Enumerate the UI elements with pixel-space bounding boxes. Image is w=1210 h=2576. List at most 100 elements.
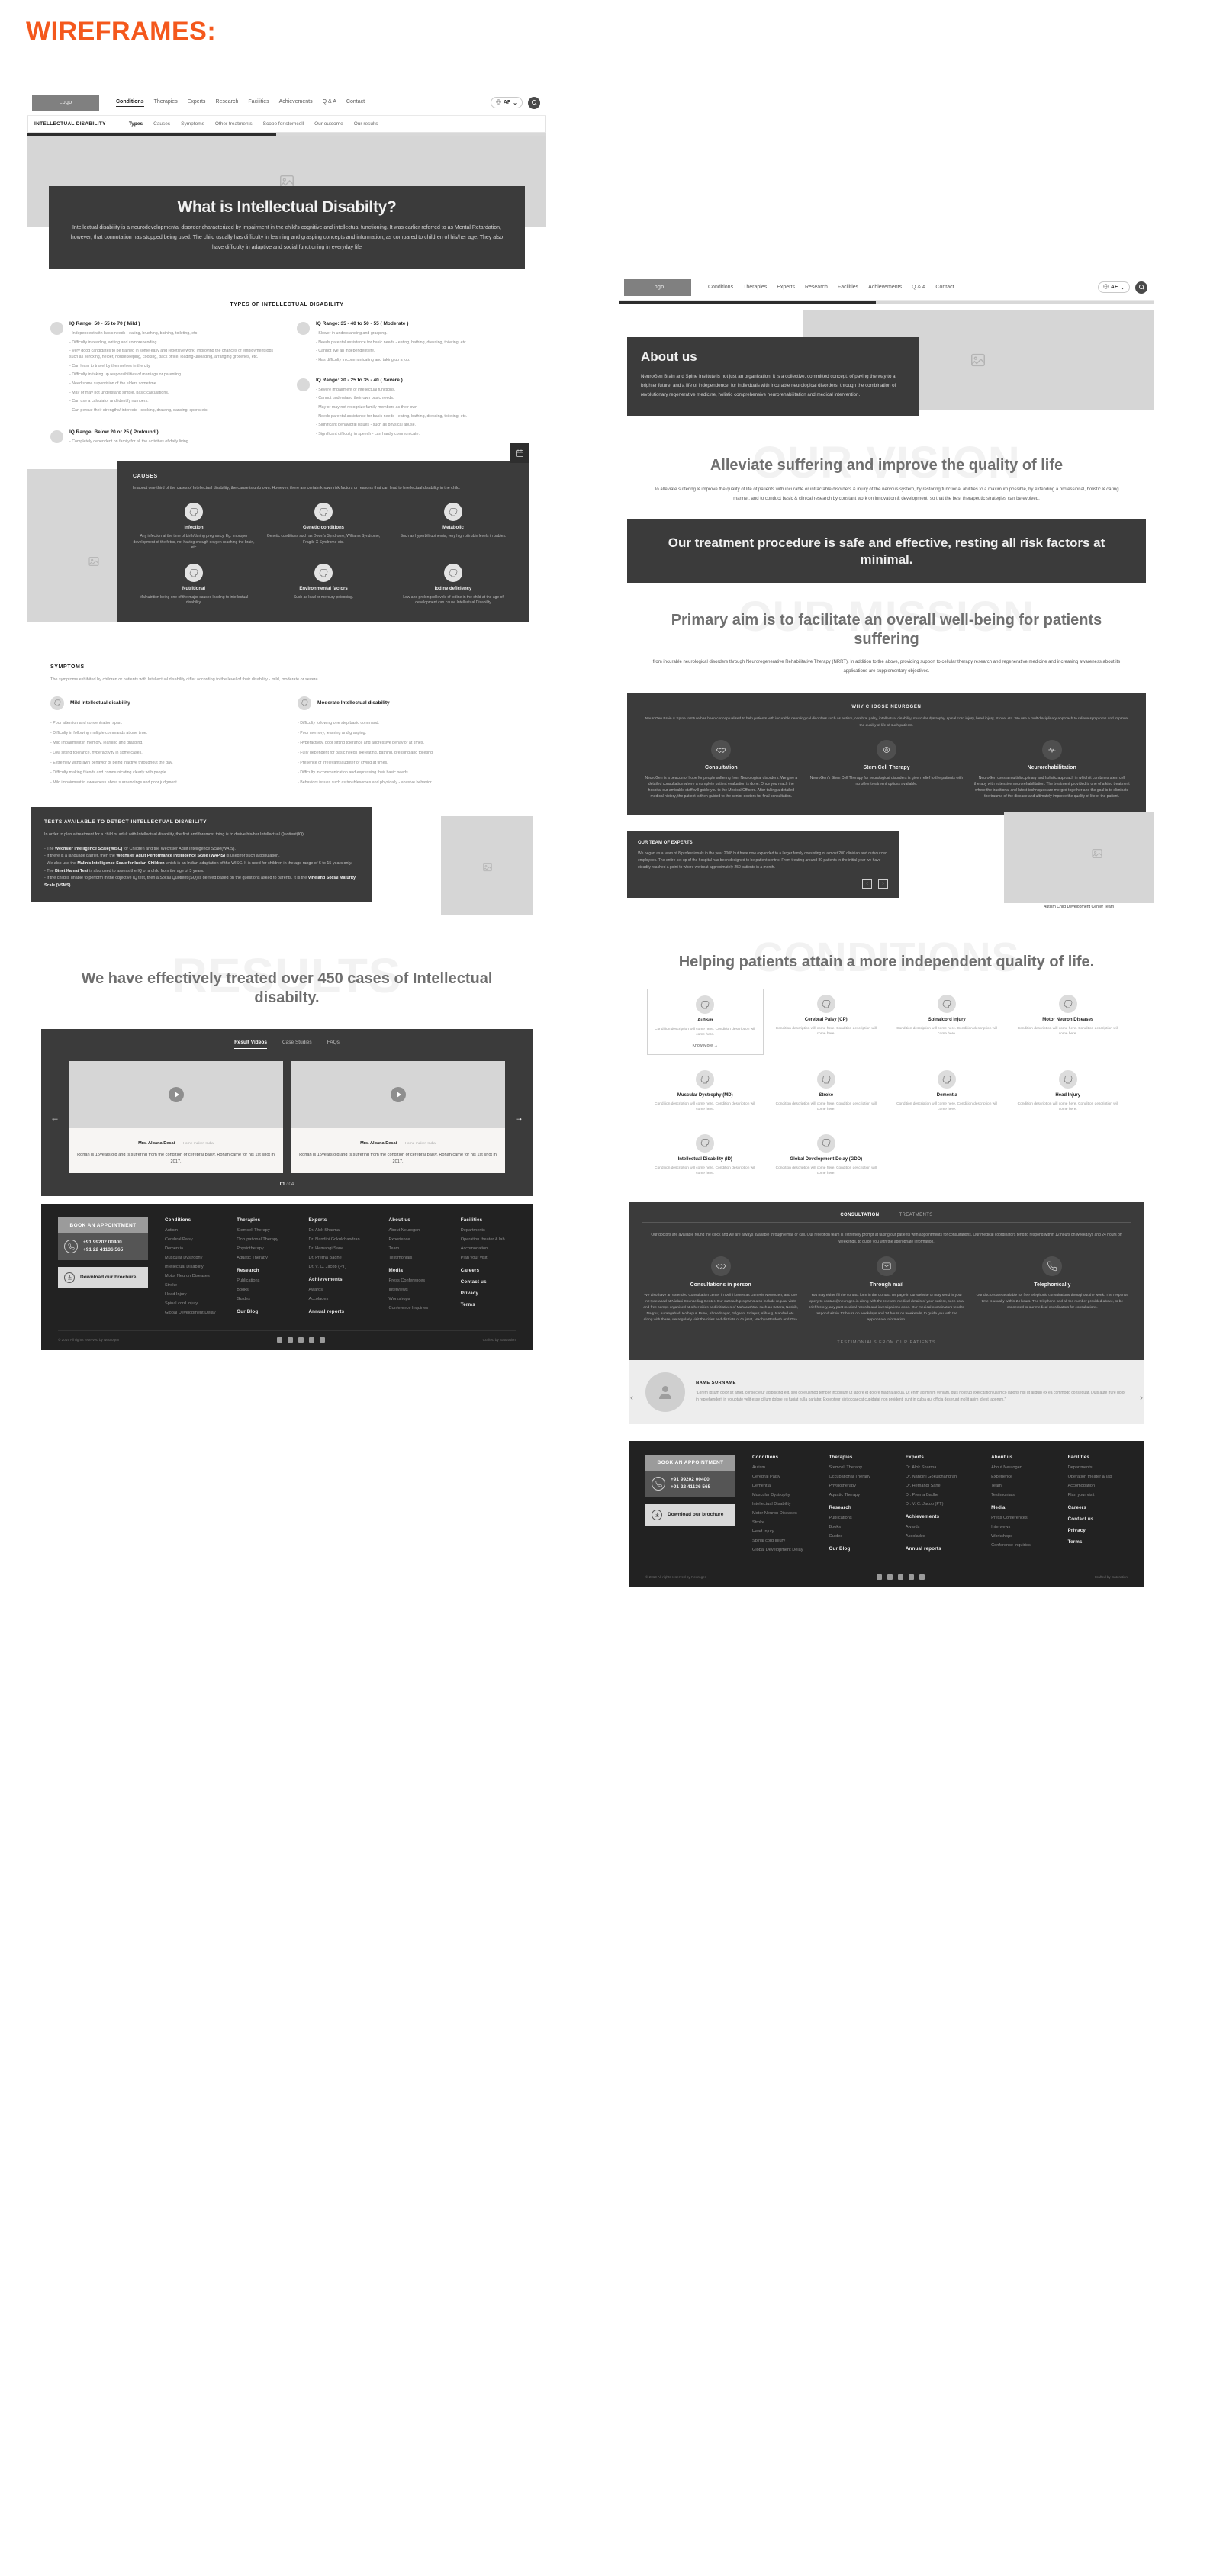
footer-link[interactable]: Spinal cord Injury [752,1539,812,1543]
play-icon[interactable] [390,1087,406,1103]
book-appointment-button[interactable]: BOOK AN APPOINTMENT [645,1454,735,1471]
footer-link[interactable]: Stemcell Therapy [237,1228,291,1233]
footer-link[interactable]: Testimonials [991,1493,1051,1497]
footer-link[interactable]: Workshops [991,1534,1051,1539]
youtube-icon[interactable] [319,1336,325,1343]
facebook-icon[interactable] [276,1336,282,1343]
footer-link[interactable]: Autism [752,1465,812,1470]
logo[interactable]: Logo [32,94,99,111]
facebook-icon[interactable] [876,1574,882,1580]
footer-link[interactable]: Dr. Prerna Badhe [906,1493,974,1497]
footer-link[interactable]: Conference Inquiries [389,1306,444,1311]
footer-link[interactable]: Occupational Therapy [237,1237,291,1242]
footer-col-heading[interactable]: Our Blog [829,1546,888,1552]
tab-faqs[interactable]: FAQs [327,1040,340,1049]
footer-link[interactable]: Cerebral Palsy [752,1475,812,1479]
footer-link[interactable]: About Neurogen [389,1228,444,1233]
nav-item-contact[interactable]: Contact [346,99,365,107]
subnav-item-our-outcome[interactable]: Our outcome [314,121,343,127]
phone-block[interactable]: +91 99202 00400 +91 22 41136 565 [645,1470,735,1497]
footer-link[interactable]: Head Injury [752,1529,812,1534]
tab-case-studies[interactable]: Case Studies [282,1040,312,1049]
footer-link[interactable]: Team [389,1246,444,1251]
footer-link[interactable]: Dementia [752,1484,812,1488]
condition-card-intellectual-disability[interactable]: Intellectual Disability (ID) Condition d… [647,1128,764,1183]
footer-link[interactable]: Stroke [165,1283,220,1288]
footer-col-heading[interactable]: Annual reports [308,1309,372,1314]
footer-link[interactable]: Plan your visit [1068,1493,1128,1497]
tab-treatments[interactable]: TREATMENTS [899,1213,932,1217]
footer-col-heading[interactable]: Terms [461,1302,516,1307]
condition-card-muscular-dystrophy[interactable]: Muscular Dystrophy (MD) Condition descri… [647,1064,764,1119]
footer-link[interactable]: Books [829,1525,888,1529]
cause-card[interactable]: Metabolic Such as hyperbilirubinemia, ver… [392,503,514,552]
footer-col-heading[interactable]: Privacy [461,1291,516,1296]
instagram-icon[interactable] [887,1574,893,1580]
footer-link[interactable]: Departments [1068,1465,1128,1470]
footer-col-heading[interactable]: Terms [1068,1539,1128,1545]
footer-link[interactable]: Guides [829,1534,888,1539]
footer-link[interactable]: Global Development Delay [165,1311,220,1315]
condition-card-cerebral-palsy[interactable]: Cerebral Palsy (CP) Condition descriptio… [768,989,885,1055]
why-card[interactable]: Neurorehabilitation NeuroGen uses a mult… [973,739,1131,799]
team-next-button[interactable]: › [878,878,888,889]
footer-link[interactable]: Intellectual Disability [165,1265,220,1269]
carousel-next-button[interactable]: → [514,1112,523,1123]
cause-card[interactable]: Nutritional Malnutrition being one of the… [133,563,255,606]
footer-link[interactable]: Accolades [308,1297,372,1301]
phone-block[interactable]: +91 99202 00400 +91 22 41136 565 [58,1233,148,1260]
language-selector[interactable]: AF ⌄ [490,97,523,108]
footer-link[interactable]: Operation theater & lab [1068,1475,1128,1479]
nav-item-therapies[interactable]: Therapies [154,99,178,107]
condition-card-stroke[interactable]: Stroke Condition description will come h… [768,1064,885,1119]
cause-card[interactable]: Genetic conditions Genetic conditions suc… [262,503,385,552]
instagram-icon[interactable] [287,1336,293,1343]
footer-link[interactable]: Occupational Therapy [829,1475,888,1479]
footer-link[interactable]: Guides [237,1297,291,1301]
footer-link[interactable]: Dr. Nandini Gokulchandran [308,1237,372,1242]
footer-link[interactable]: Interviews [389,1288,444,1292]
download-brochure-button[interactable]: Download our brochure [645,1503,735,1526]
footer-col-heading[interactable]: Privacy [1068,1528,1128,1533]
footer-link[interactable]: Workshops [389,1297,444,1301]
footer-link[interactable]: Dementia [165,1246,220,1251]
video-card[interactable]: Mrs. Alpana Desai Home maker, India Roha… [69,1061,283,1173]
tab-result-videos[interactable]: Result Videos [234,1040,267,1050]
why-card[interactable]: Consultation NeuroGen is a beacon of hop… [642,739,800,799]
subnav-item-scope-stemcell[interactable]: Scope for stemcell [263,121,304,127]
floating-action-button[interactable] [510,443,529,464]
download-brochure-button[interactable]: Download our brochure [58,1266,148,1288]
search-button[interactable] [528,96,540,109]
cause-card[interactable]: Iodine deficiency Low and prolonged level… [392,563,514,606]
nav-item-qa[interactable]: Q & A [912,285,925,290]
footer-link[interactable]: Publications [829,1516,888,1520]
condition-card-autism[interactable]: Autism Condition description will come h… [647,988,764,1055]
condition-card-head-injury[interactable]: Head Injury Condition description will c… [1010,1064,1127,1119]
footer-link[interactable]: Motor Neuron Diseases [165,1274,220,1278]
footer-link[interactable]: Stemcell Therapy [829,1465,888,1470]
footer-col-heading[interactable]: Annual reports [906,1546,974,1552]
testimonial-prev-button[interactable]: ‹ [630,1392,633,1403]
nav-item-contact[interactable]: Contact [935,285,954,290]
testimonial-next-button[interactable]: › [1140,1392,1143,1403]
nav-item-research[interactable]: Research [805,285,828,290]
footer-link[interactable]: Dr. Alok Sharma [308,1228,372,1233]
footer-link[interactable]: Testimonials [389,1256,444,1260]
footer-link[interactable]: Aquatic Therapy [829,1493,888,1497]
footer-link[interactable]: Physiotherapy [829,1484,888,1488]
video-thumbnail[interactable] [291,1061,505,1129]
footer-link[interactable]: Awards [308,1288,372,1292]
footer-link[interactable]: Aquatic Therapy [237,1256,291,1260]
cause-card[interactable]: Environmental factors Such as lead or mer… [262,563,385,606]
subnav-item-symptoms[interactable]: Symptoms [181,121,204,127]
linkedin-icon[interactable] [308,1336,314,1343]
footer-col-heading[interactable]: Contact us [461,1279,516,1285]
footer-link[interactable]: Conference Inquiries [991,1543,1051,1548]
footer-link[interactable]: Motor Neuron Diseases [752,1511,812,1516]
footer-link[interactable]: Cerebral Palsy [165,1237,220,1242]
footer-link[interactable]: Dr. V. C. Jacob (PT) [308,1265,372,1269]
footer-link[interactable]: Team [991,1484,1051,1488]
footer-link[interactable]: Stroke [752,1520,812,1525]
know-more-link[interactable]: Know More → [652,1044,758,1048]
footer-col-heading[interactable]: Careers [461,1268,516,1273]
